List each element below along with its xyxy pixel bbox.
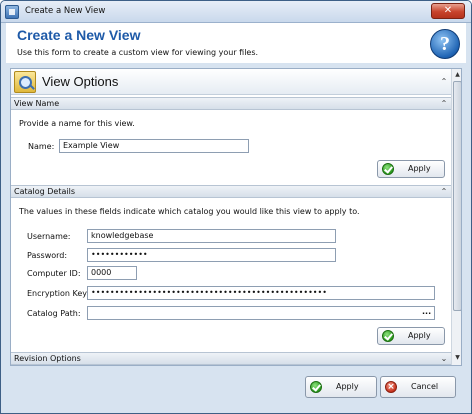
scrollbar-thumb[interactable] xyxy=(453,81,461,311)
check-icon xyxy=(382,330,394,342)
form-scroll-area[interactable]: View Options ⌃ View Name ⌃ Provide a nam… xyxy=(10,68,462,366)
cancel-icon: × xyxy=(385,381,397,393)
view-name-description: Provide a name for this view. xyxy=(19,119,135,128)
title-bar[interactable]: Create a New View ✕ xyxy=(1,1,471,23)
app-icon xyxy=(5,5,19,19)
check-icon xyxy=(310,381,322,393)
catalog-details-description: The values in these fields indicate whic… xyxy=(19,207,360,216)
help-icon[interactable]: ? xyxy=(430,29,460,59)
computer-id-label: Computer ID: xyxy=(27,269,81,278)
section-header-revision-options[interactable]: Revision Options ⌄ xyxy=(11,352,451,365)
username-input[interactable]: knowledgebase xyxy=(87,229,336,243)
section-title: Revision Options xyxy=(14,354,81,363)
password-input[interactable]: •••••••••••• xyxy=(87,248,336,262)
collapse-icon[interactable]: ⌃ xyxy=(439,187,449,197)
page-title: Create a New View xyxy=(17,27,141,43)
group-title: View Options xyxy=(42,74,119,89)
computer-id-input[interactable]: 0000 xyxy=(87,266,137,280)
dialog-window: Create a New View ✕ Create a New View Us… xyxy=(0,0,472,414)
dialog-header: Create a New View Use this form to creat… xyxy=(6,23,466,63)
name-label: Name: xyxy=(28,142,55,151)
catalog-path-input[interactable] xyxy=(87,306,435,320)
magnifier-folder-icon xyxy=(14,71,36,93)
catalog-details-apply-button[interactable]: Apply xyxy=(377,327,445,345)
section-title: View Name xyxy=(14,99,60,108)
section-header-catalog-details[interactable]: Catalog Details ⌃ xyxy=(11,185,451,198)
password-label: Password: xyxy=(27,251,68,260)
cancel-label: Cancel xyxy=(411,382,439,391)
view-options-group-header[interactable]: View Options ⌃ xyxy=(11,69,451,95)
collapse-icon[interactable]: ⌃ xyxy=(439,99,449,109)
scroll-up-arrow-icon[interactable]: ▲ xyxy=(453,70,461,80)
username-label: Username: xyxy=(27,232,71,241)
view-name-apply-button[interactable]: Apply xyxy=(377,160,445,178)
apply-label: Apply xyxy=(336,382,359,391)
browse-button[interactable]: ... xyxy=(422,307,431,316)
catalog-path-label: Catalog Path: xyxy=(27,309,81,318)
page-subtitle: Use this form to create a custom view fo… xyxy=(17,48,259,57)
section-header-view-name[interactable]: View Name ⌃ xyxy=(11,97,451,110)
vertical-scrollbar[interactable]: ▲ ▼ xyxy=(451,69,461,365)
cancel-button[interactable]: × Cancel xyxy=(380,376,456,398)
name-input[interactable]: Example View xyxy=(59,139,249,153)
apply-label: Apply xyxy=(408,164,431,173)
encryption-key-input[interactable]: ••••••••••••••••••••••••••••••••••••••••… xyxy=(87,286,435,300)
check-icon xyxy=(382,163,394,175)
expand-icon[interactable]: ⌄ xyxy=(439,354,449,364)
close-button[interactable]: ✕ xyxy=(431,3,465,19)
apply-label: Apply xyxy=(408,331,431,340)
collapse-icon[interactable]: ⌃ xyxy=(439,77,449,87)
dialog-footer: Apply × Cancel xyxy=(6,370,466,406)
apply-button[interactable]: Apply xyxy=(305,376,377,398)
encryption-key-label: Encryption Key: xyxy=(27,289,90,298)
window-title: Create a New View xyxy=(25,6,106,16)
scroll-down-arrow-icon[interactable]: ▼ xyxy=(453,353,461,363)
section-title: Catalog Details xyxy=(14,187,75,196)
